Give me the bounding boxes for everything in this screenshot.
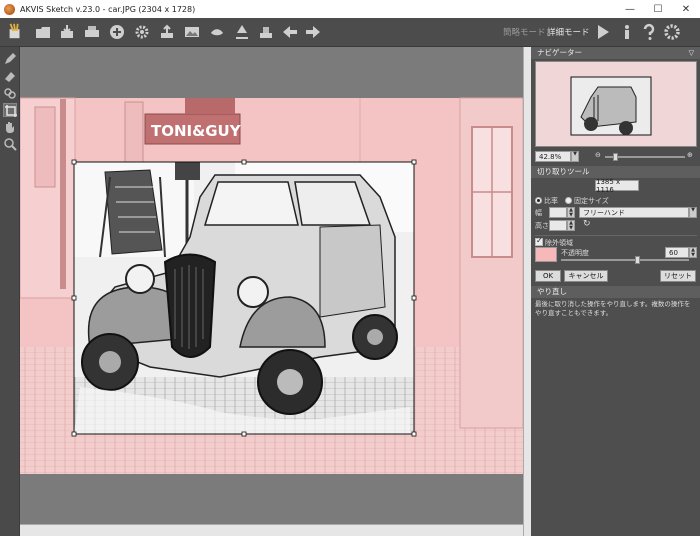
save-icon[interactable] <box>58 23 76 41</box>
hand-icon[interactable] <box>208 23 226 41</box>
sign-text: TONI&GUY <box>151 122 242 140</box>
minimize-button[interactable]: — <box>616 0 644 18</box>
undo-header: やり直し <box>531 286 700 298</box>
tools-sidebar <box>0 47 20 536</box>
width-spinner[interactable]: ▲ ▼ <box>567 207 575 218</box>
divider <box>535 235 697 236</box>
backup-icon[interactable] <box>257 23 275 41</box>
photo-icon[interactable] <box>183 23 201 41</box>
ratio-label: 比率 <box>544 197 558 205</box>
zoom-field[interactable]: 42.8% <box>535 151 571 162</box>
eraser-icon[interactable] <box>3 69 17 83</box>
crop-icon[interactable] <box>3 103 17 117</box>
zoom-out-icon[interactable]: ⊖ <box>595 151 601 159</box>
pencil-icon[interactable] <box>3 52 17 66</box>
opacity-slider-handle[interactable] <box>635 256 640 264</box>
opacity-spinner[interactable]: ▲ ▼ <box>689 247 697 258</box>
rotate-icon[interactable]: ↻ <box>583 219 591 229</box>
sketch-image: TONI&GUY <box>19 97 524 474</box>
zoom-slider[interactable] <box>605 153 685 161</box>
zoom-in-icon[interactable]: ⊕ <box>687 151 693 159</box>
zoom-slider-handle[interactable] <box>613 153 618 161</box>
height-label: 高さ <box>535 222 549 230</box>
help-icon[interactable] <box>640 23 658 41</box>
navigator-preview[interactable] <box>535 61 697 147</box>
settings-panel: ナビゲーター ▽ 42.8% ▼ ⊖ ⊕ 切り取りツール 1385 x 1116… <box>531 47 700 536</box>
chain-icon[interactable] <box>3 86 17 100</box>
fixed-size-radio[interactable] <box>565 197 572 204</box>
zoom-icon[interactable] <box>3 137 17 151</box>
crop-tool-title: 切り取りツール <box>537 167 590 176</box>
undo-icon[interactable] <box>281 23 299 41</box>
ratio-radio[interactable] <box>535 197 542 204</box>
share-icon[interactable] <box>108 23 126 41</box>
opacity-label: 不透明度 <box>561 249 589 257</box>
reset-button[interactable]: リセット <box>660 270 696 282</box>
preset-dropdown-icon[interactable]: ▼ <box>689 207 697 218</box>
collapse-icon[interactable]: ▽ <box>689 47 694 59</box>
open-icon[interactable] <box>34 23 52 41</box>
run-icon[interactable] <box>594 23 612 41</box>
preset-select[interactable]: フリーハンド <box>579 207 689 218</box>
ok-button[interactable]: OK <box>535 270 561 282</box>
advanced-mode-tab[interactable]: 詳細モード <box>547 26 590 38</box>
simple-mode-tab[interactable]: 簡略モード <box>503 26 546 38</box>
app-logo-icon <box>6 22 26 42</box>
info-icon[interactable] <box>618 23 636 41</box>
height-field[interactable] <box>549 220 567 231</box>
window-controls: — ☐ ✕ <box>616 0 700 18</box>
width-field[interactable] <box>549 207 567 218</box>
fixed-size-label: 固定サイズ <box>574 197 609 205</box>
maximize-button[interactable]: ☐ <box>644 0 672 18</box>
image-canvas[interactable]: TONI&GUY <box>19 47 524 524</box>
app-icon <box>4 3 15 15</box>
close-button[interactable]: ✕ <box>672 0 700 18</box>
exclude-color-swatch[interactable] <box>535 247 557 262</box>
navigator-title: ナビゲーター <box>537 48 582 57</box>
crop-tool-header: 切り取りツール <box>531 166 700 178</box>
main-toolbar: 簡略モード 詳細モード <box>0 18 700 47</box>
crop-size-display: 1385 x 1116 <box>595 178 639 194</box>
navigator-header[interactable]: ナビゲーター ▽ <box>531 47 700 59</box>
preferences-gear-icon[interactable] <box>663 23 681 41</box>
upload-icon[interactable] <box>158 23 176 41</box>
hand-tool-icon[interactable] <box>3 120 17 134</box>
print-icon[interactable] <box>83 23 101 41</box>
exclude-area-checkbox[interactable] <box>535 236 543 246</box>
undo-description: 最後に取り消した操作をやり直します。複数の操作をやり直すこともできます。 <box>535 300 691 317</box>
cancel-button[interactable]: キャンセル <box>564 270 608 282</box>
title-bar: AKVIS Sketch v.23.0 - car.JPG (2304 x 17… <box>0 0 700 18</box>
opacity-field[interactable]: 60 <box>665 247 689 258</box>
redo-icon[interactable] <box>304 23 322 41</box>
window-title: AKVIS Sketch v.23.0 - car.JPG (2304 x 17… <box>20 4 196 14</box>
tool-arrow-icon[interactable] <box>233 23 251 41</box>
opacity-slider[interactable] <box>561 256 689 264</box>
height-spinner[interactable]: ▲ ▼ <box>567 220 575 231</box>
settings-gear-icon[interactable] <box>133 23 151 41</box>
horizontal-scrollbar[interactable] <box>20 524 523 536</box>
zoom-dropdown[interactable]: ▼ <box>571 151 579 162</box>
undo-title: やり直し <box>537 287 567 296</box>
vertical-scrollbar[interactable] <box>523 47 531 536</box>
width-label: 幅 <box>535 209 542 217</box>
